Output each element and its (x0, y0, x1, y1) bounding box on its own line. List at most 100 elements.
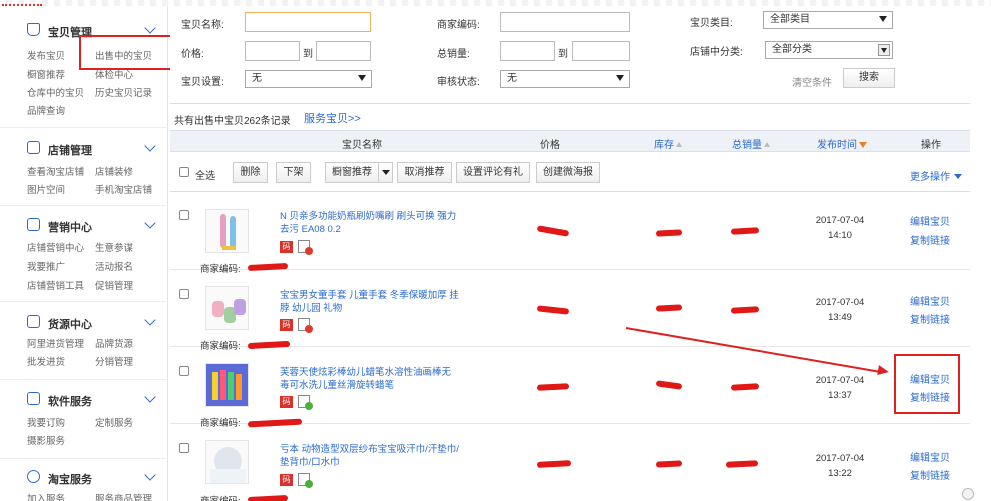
cancel-recommend-button[interactable]: 取消推荐 (397, 162, 452, 183)
redaction-mark (536, 460, 572, 468)
item-name-input[interactable] (245, 12, 371, 32)
select-all-label[interactable]: 全选 (195, 167, 215, 182)
item-category-select[interactable]: 全部类目 (763, 11, 893, 29)
dropdown-arrow-icon[interactable] (378, 162, 392, 183)
more-operations-menu[interactable]: 更多操作 (910, 168, 962, 183)
sidebar-item-join-service[interactable]: 加入服务 (27, 491, 65, 501)
shop-category-select[interactable]: 全部分类 (765, 41, 893, 59)
price-min-input[interactable] (245, 41, 300, 61)
select-all-checkbox[interactable] (179, 167, 189, 177)
divider (0, 127, 168, 128)
product-thumbnail[interactable] (205, 286, 249, 330)
set-review-gift-button[interactable]: 设置评论有礼 (456, 162, 530, 183)
sidebar-item-wholesale[interactable]: 批发进货 (27, 354, 65, 368)
product-thumbnail[interactable] (205, 209, 249, 253)
sidebar-item-service-goods[interactable]: 服务商品管理 (95, 491, 152, 501)
chevron-down-icon[interactable] (144, 469, 156, 481)
sidebar-item-window-recommend[interactable]: 橱窗推荐 (27, 67, 65, 81)
edit-item-link[interactable]: 编辑宝贝 (910, 449, 950, 464)
header-stock-label: 库存 (654, 140, 674, 151)
section-title[interactable]: 软件服务 (48, 393, 92, 409)
sidebar-item-warehouse[interactable]: 仓库中的宝贝 (27, 85, 84, 99)
sidebar-item-publish[interactable]: 发布宝贝 (27, 48, 65, 62)
create-poster-button[interactable]: 创建微海报 (536, 162, 600, 183)
status-dot (305, 402, 313, 410)
edit-item-link[interactable]: 编辑宝贝 (910, 293, 950, 308)
sidebar-item-mobile-store[interactable]: 手机淘宝店铺 (95, 182, 152, 196)
table-header: 宝贝名称 价格 库存 总销量 发布时间 操作 (170, 130, 970, 152)
product-title-link[interactable]: N 贝亲多功能奶瓶刷奶嘴刷 刷头可换 强力去污 EA08 0.2 (280, 210, 460, 236)
price-max-input[interactable] (316, 41, 371, 61)
delist-button[interactable]: 下架 (276, 162, 311, 183)
annotation-highlight-box (79, 35, 174, 70)
bag-icon (27, 23, 40, 36)
chevron-down-icon[interactable] (144, 22, 156, 34)
sidebar-item-image-space[interactable]: 图片空间 (27, 182, 65, 196)
product-title-link[interactable]: 芙蓉天使炫彩棒幼儿蜡笔水溶性油画棒无毒可水洗儿童丝滑旋转蜡笔 (280, 366, 460, 392)
sidebar-item-photo-service[interactable]: 摄影服务 (27, 433, 65, 447)
sidebar-item-brand-source[interactable]: 品牌货源 (95, 336, 133, 350)
publish-date-value: 2017-07-04 (815, 453, 865, 464)
sidebar-item-view-store[interactable]: 查看淘宝店铺 (27, 164, 84, 178)
header-item-name: 宝贝名称 (342, 140, 382, 151)
row-checkbox[interactable] (179, 289, 189, 299)
section-title[interactable]: 营销中心 (48, 219, 92, 235)
product-title-link[interactable]: 亏本 动物造型双层纱布宝宝吸汗巾/汗垫巾/垫背巾/口水巾 (280, 443, 460, 469)
redaction-mark (730, 306, 760, 314)
header-operations: 操作 (921, 140, 941, 151)
header-total-sales[interactable]: 总销量 (732, 136, 770, 151)
table-row: 亏本 动物造型双层纱布宝宝吸汗巾/汗垫巾/垫背巾/口水巾 码 商家编码: 201… (170, 424, 970, 501)
sidebar-item-store-decor[interactable]: 店铺装修 (95, 164, 133, 178)
redaction-mark (536, 305, 570, 315)
scroll-indicator[interactable] (962, 488, 974, 500)
section-title[interactable]: 店铺管理 (48, 142, 92, 158)
sidebar-item-ali-purchase[interactable]: 阿里进货管理 (27, 336, 84, 350)
sales-min-input[interactable] (500, 41, 555, 61)
row-checkbox[interactable] (179, 366, 189, 376)
merchant-code-badge: 码 (280, 396, 293, 408)
redaction-mark (655, 229, 683, 237)
edit-item-link[interactable]: 编辑宝贝 (910, 213, 950, 228)
clear-conditions-link[interactable]: 清空条件 (792, 74, 832, 89)
sidebar-item-event-signup[interactable]: 活动报名 (95, 259, 133, 273)
copy-link-link[interactable]: 复制链接 (910, 232, 950, 247)
sort-up-icon (764, 142, 770, 147)
service-items-link[interactable]: 服务宝贝>> (304, 110, 361, 126)
search-button[interactable]: 搜索 (843, 68, 895, 88)
audit-status-select[interactable]: 无 (500, 70, 630, 88)
publish-date-value: 2017-07-04 (815, 375, 865, 386)
chevron-down-icon[interactable] (144, 140, 156, 152)
delete-button[interactable]: 删除 (233, 162, 268, 183)
section-title[interactable]: 淘宝服务 (48, 471, 92, 487)
header-publish-time[interactable]: 发布时间 (817, 136, 867, 151)
product-thumbnail[interactable] (205, 440, 249, 484)
sidebar-item-marketing-center[interactable]: 店铺营销中心 (27, 240, 84, 254)
copy-link-link[interactable]: 复制链接 (910, 311, 950, 326)
sidebar-item-distribution[interactable]: 分销管理 (95, 354, 133, 368)
row-checkbox[interactable] (179, 210, 189, 220)
item-setting-select[interactable]: 无 (245, 70, 372, 88)
sidebar-item-subscribe[interactable]: 我要订购 (27, 415, 65, 429)
sidebar-item-history[interactable]: 历史宝贝记录 (95, 85, 152, 99)
header-stock[interactable]: 库存 (654, 136, 682, 151)
chevron-down-icon[interactable] (144, 314, 156, 326)
window-recommend-button[interactable]: 橱窗推荐 (325, 162, 393, 183)
chevron-down-icon[interactable] (144, 391, 156, 403)
dropdown-arrow-icon (878, 44, 890, 56)
row-checkbox[interactable] (179, 443, 189, 453)
product-title-link[interactable]: 宝宝男女童手套 儿童手套 冬季保暖加厚 挂脖 幼儿园 礼物 (280, 289, 460, 315)
sidebar-item-custom-service[interactable]: 定制服务 (95, 415, 133, 429)
sidebar-item-promotion-mgmt[interactable]: 促销管理 (95, 278, 133, 292)
publish-date-value: 2017-07-04 (815, 297, 865, 308)
sidebar-item-business-advisor[interactable]: 生意参谋 (95, 240, 133, 254)
section-title[interactable]: 货源中心 (48, 316, 92, 332)
chevron-down-icon[interactable] (144, 217, 156, 229)
sidebar-item-marketing-tools[interactable]: 店铺营销工具 (27, 278, 84, 292)
sidebar-item-brand-query[interactable]: 品牌查询 (27, 103, 65, 117)
sidebar-item-promote[interactable]: 我要推广 (27, 259, 65, 273)
merchant-code-input[interactable] (500, 12, 630, 32)
copy-link-link[interactable]: 复制链接 (910, 467, 950, 482)
sales-max-input[interactable] (572, 41, 630, 61)
product-thumbnail[interactable] (205, 363, 249, 407)
merchant-code-label: 商家编码: (437, 20, 480, 31)
